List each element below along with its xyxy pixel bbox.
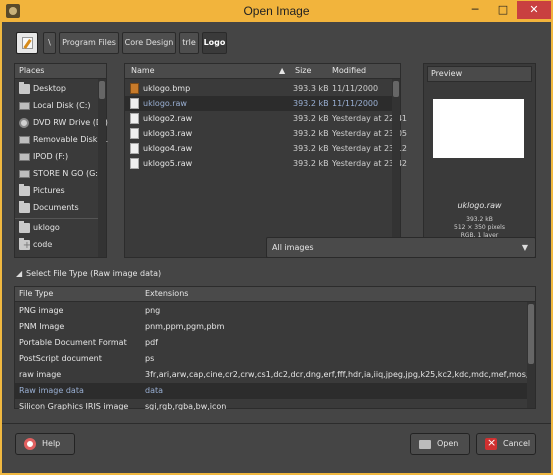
drive-icon — [19, 102, 30, 110]
button-bar-divider — [2, 423, 551, 424]
raw-file-icon — [130, 98, 139, 109]
cancel-icon — [485, 433, 497, 453]
places-pane: Places Desktop Local Disk (C:) DVD RW Dr… — [14, 63, 108, 258]
bookmark-uklogo[interactable]: uklogo — [15, 220, 108, 236]
maximize-button[interactable]: □ — [489, 1, 517, 19]
type-location-button[interactable] — [16, 32, 38, 54]
place-dvd-drive[interactable]: DVD RW Drive (D:) — [15, 115, 108, 131]
places-divider — [15, 218, 106, 219]
raw-file-icon — [130, 128, 139, 139]
file-type-list: File Type Extensions PNG image png PNM Im… — [14, 286, 536, 410]
place-ipod[interactable]: IPOD (F:) — [15, 149, 108, 165]
file-row[interactable]: uklogo5.raw 393.2 kB Yesterday at 23:42 — [125, 156, 407, 171]
places-header[interactable]: Places — [15, 64, 106, 79]
column-extensions[interactable]: Extensions — [145, 287, 188, 301]
folder-icon — [19, 82, 30, 94]
file-type-row[interactable]: PNG image png — [15, 303, 528, 319]
select-file-type-expander[interactable]: ◢ Select File Type (Raw image data) — [16, 269, 161, 278]
preview-size: 393.2 kB — [466, 216, 493, 223]
disc-icon — [19, 118, 29, 128]
cancel-button[interactable]: Cancel — [476, 433, 536, 455]
file-row[interactable]: uklogo3.raw 393.2 kB Yesterday at 23:05 — [125, 126, 407, 141]
place-removable-disk[interactable]: Removable Disk (... — [15, 132, 108, 148]
minimize-button[interactable]: ─ — [461, 1, 489, 19]
drive-icon — [19, 136, 30, 144]
file-row-selected[interactable]: uklogo.raw 393.2 kB 11/11/2000 — [125, 96, 393, 111]
help-button[interactable]: Help — [15, 433, 75, 455]
column-modified[interactable]: Modified — [332, 64, 366, 78]
open-button[interactable]: Open — [410, 433, 470, 455]
folder-icon — [19, 184, 30, 196]
column-size[interactable]: Size — [295, 64, 311, 78]
column-file-type[interactable]: File Type — [19, 287, 53, 301]
preview-filename: uklogo.raw — [457, 201, 502, 210]
crumb-root[interactable]: \ — [43, 32, 56, 54]
file-type-row-selected[interactable]: Raw image data data — [15, 383, 528, 399]
column-name[interactable]: Name — [131, 64, 155, 78]
drive-icon — [19, 170, 30, 178]
close-button[interactable]: ✕ — [517, 1, 551, 19]
file-row[interactable]: uklogo2.raw 393.2 kB Yesterday at 22:41 — [125, 111, 407, 126]
preview-header[interactable]: Preview — [427, 66, 532, 82]
add-bookmark-icon[interactable]: + — [18, 239, 36, 253]
file-list-pane: Name ▲ Size Modified uklogo.bmp 393.3 kB… — [124, 63, 407, 258]
file-list-header: Name ▲ Size Modified — [125, 64, 400, 79]
places-scrollbar[interactable] — [98, 79, 106, 257]
place-pictures[interactable]: Pictures — [15, 183, 108, 199]
file-type-row[interactable]: Portable Document Format pdf — [15, 335, 528, 351]
folder-icon — [19, 201, 30, 213]
place-local-disk[interactable]: Local Disk (C:) — [15, 98, 108, 114]
file-type-row[interactable]: PNM Image pnm,ppm,pgm,pbm — [15, 319, 528, 335]
remove-bookmark-icon[interactable]: − — [38, 239, 56, 253]
scroll-thumb[interactable] — [393, 81, 399, 97]
crumb-trle[interactable]: trle — [179, 32, 199, 54]
scroll-thumb[interactable] — [528, 304, 534, 364]
preview-dimensions: 512 × 350 pixels — [454, 224, 505, 231]
file-type-row[interactable]: Silicon Graphics IRIS image sgi,rgb,rgba,… — [15, 399, 528, 410]
file-row[interactable]: uklogo4.raw 393.2 kB Yesterday at 23:12 — [125, 141, 407, 156]
file-row[interactable]: uklogo.bmp 393.3 kB 11/11/2000 — [125, 81, 393, 96]
place-store-n-go[interactable]: STORE N GO (G:) — [15, 166, 108, 182]
expander-triangle-icon: ◢ — [16, 269, 23, 278]
chevron-down-icon: ▼ — [521, 243, 528, 252]
pencil-icon — [22, 37, 33, 49]
file-type-scrollbar[interactable] — [527, 302, 535, 408]
crumb-program-files[interactable]: Program Files — [59, 32, 119, 54]
raw-file-icon — [130, 143, 139, 154]
dialog-body: \ Program Files Core Design trle Logo Pl… — [2, 22, 551, 473]
sort-ascending-icon[interactable]: ▲ — [279, 64, 285, 78]
lifebuoy-icon — [24, 438, 36, 450]
crumb-logo[interactable]: Logo — [202, 32, 227, 54]
raw-file-icon — [130, 158, 139, 169]
file-type-row[interactable]: PostScript document ps — [15, 351, 528, 367]
folder-open-icon — [419, 440, 431, 449]
title-bar: Open Image ─ □ ✕ — [0, 0, 553, 22]
bmp-file-icon — [130, 83, 139, 94]
preview-pane: Preview uklogo.raw 393.2 kB 512 × 350 pi… — [423, 63, 536, 258]
file-type-header: File Type Extensions — [15, 287, 535, 302]
drive-icon — [19, 153, 30, 161]
scroll-thumb[interactable] — [99, 81, 105, 99]
folder-icon — [19, 221, 30, 233]
file-list-scrollbar[interactable] — [392, 79, 400, 257]
place-documents[interactable]: Documents — [15, 200, 108, 216]
file-type-row[interactable]: raw image 3fr,ari,arw,cap,cine,cr2,crw,cs… — [15, 367, 528, 383]
preview-thumbnail — [433, 99, 524, 158]
place-desktop[interactable]: Desktop — [15, 81, 108, 97]
crumb-core-design[interactable]: Core Design — [122, 32, 176, 54]
file-filter-select[interactable]: All images ▼ — [266, 237, 536, 258]
raw-file-icon — [130, 113, 139, 124]
